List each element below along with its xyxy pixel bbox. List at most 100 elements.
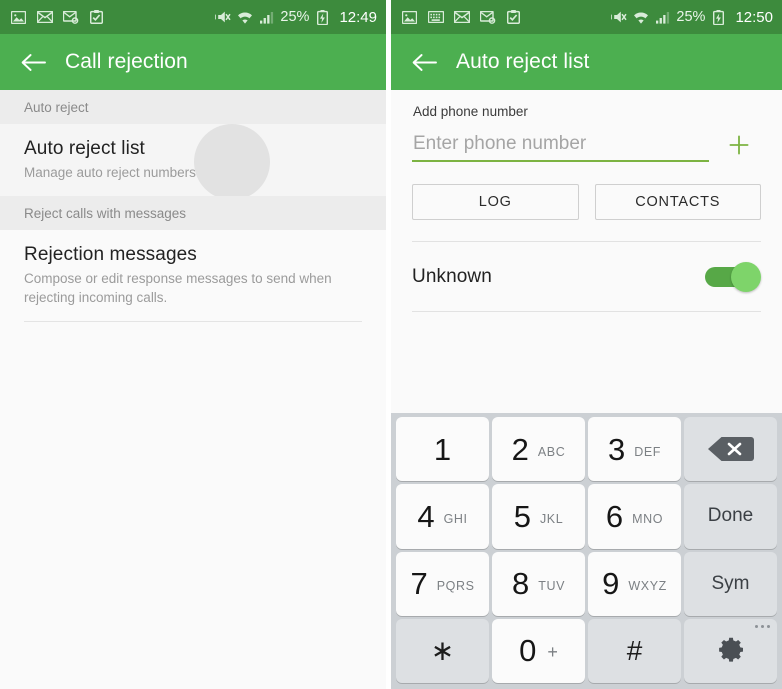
key-9[interactable]: 9 WXYZ bbox=[588, 551, 681, 616]
keypad-row: 7 PQRS 8 TUV 9 WXYZ Sym bbox=[396, 551, 777, 616]
key-digit: 3 bbox=[607, 431, 626, 467]
unknown-toggle-row[interactable]: Unknown bbox=[412, 242, 761, 311]
key-digit: ∗ bbox=[430, 634, 455, 666]
keypad-row: 1 2 ABC 3 DEF bbox=[396, 417, 777, 482]
page-title: Auto reject list bbox=[456, 50, 590, 73]
section-header-reject-with-messages: Reject calls with messages bbox=[0, 196, 386, 231]
battery-charging-icon bbox=[710, 9, 727, 25]
wifi-icon bbox=[236, 10, 253, 25]
list-item-auto-reject-list[interactable]: Auto reject list Manage auto reject numb… bbox=[0, 124, 386, 197]
envelope-sync-icon bbox=[62, 10, 79, 25]
key-letters: MNO bbox=[632, 511, 664, 526]
key-8[interactable]: 8 TUV bbox=[492, 551, 585, 616]
key-letters: + bbox=[547, 641, 558, 662]
battery-percent-label: 25% bbox=[676, 9, 706, 25]
key-3[interactable]: 3 DEF bbox=[588, 417, 681, 482]
back-arrow-icon[interactable] bbox=[411, 49, 437, 75]
add-phone-number-form: Add phone number LOG CONTACTS Unknown bbox=[391, 90, 782, 311]
clock-label: 12:49 bbox=[339, 8, 377, 26]
key-letters: ABC bbox=[537, 444, 566, 459]
key-2[interactable]: 2 ABC bbox=[492, 417, 585, 482]
right-status-notification-icons bbox=[401, 10, 522, 25]
list-divider bbox=[24, 321, 362, 323]
contacts-button[interactable]: CONTACTS bbox=[594, 184, 761, 220]
key-done[interactable]: Done bbox=[684, 484, 777, 549]
key-letters: WXYZ bbox=[628, 579, 667, 594]
envelope-icon bbox=[453, 10, 470, 25]
back-arrow-icon[interactable] bbox=[20, 49, 46, 75]
key-asterisk[interactable]: ∗ bbox=[396, 618, 489, 683]
key-digit: 4 bbox=[417, 498, 435, 534]
backspace-icon bbox=[707, 435, 755, 463]
key-hash[interactable]: # bbox=[588, 618, 681, 683]
battery-charging-icon bbox=[314, 9, 331, 25]
toggle-thumb bbox=[731, 262, 761, 292]
key-5[interactable]: 5 JKL bbox=[492, 484, 585, 549]
key-sym[interactable]: Sym bbox=[684, 551, 777, 616]
list-item-title: Auto reject list bbox=[24, 138, 145, 159]
input-underline bbox=[412, 160, 709, 162]
key-6[interactable]: 6 MNO bbox=[588, 484, 681, 549]
left-status-notification-icons bbox=[10, 10, 105, 25]
numeric-keypad: 1 2 ABC 3 DEF 4 GHI 5 JKL 6 MNO Done 7 P… bbox=[391, 413, 782, 689]
section-header-auto-reject: Auto reject bbox=[0, 90, 386, 124]
key-letters: TUV bbox=[538, 579, 566, 594]
keypad-row: 4 GHI 5 JKL 6 MNO Done bbox=[396, 484, 777, 549]
list-item-title: Rejection messages bbox=[24, 244, 197, 266]
key-settings[interactable] bbox=[684, 618, 777, 683]
key-digit: 1 bbox=[433, 431, 452, 467]
clipboard-check-icon bbox=[505, 10, 522, 25]
list-item-subtitle: Compose or edit response messages to sen… bbox=[24, 271, 332, 305]
mute-icon bbox=[214, 10, 232, 25]
battery-percent-label: 25% bbox=[280, 9, 310, 25]
key-digit: 0 bbox=[519, 633, 537, 669]
wifi-icon bbox=[632, 10, 649, 25]
key-label: Sym bbox=[711, 572, 750, 594]
source-buttons: LOG CONTACTS bbox=[412, 184, 761, 220]
mute-icon bbox=[610, 10, 628, 25]
key-digit: 7 bbox=[410, 566, 428, 602]
key-digit: # bbox=[626, 634, 643, 666]
key-4[interactable]: 4 GHI bbox=[396, 484, 489, 549]
picture-icon bbox=[10, 10, 27, 25]
key-digit: 5 bbox=[513, 498, 531, 534]
page-title: Call rejection bbox=[65, 50, 188, 73]
list-item-subtitle: Manage auto reject numbers. bbox=[24, 164, 200, 180]
key-letters: PQRS bbox=[436, 579, 475, 594]
keypad-row: ∗ 0 + # bbox=[396, 618, 777, 683]
unknown-label: Unknown bbox=[412, 266, 492, 287]
key-0[interactable]: 0 + bbox=[492, 618, 585, 683]
key-1[interactable]: 1 bbox=[396, 417, 489, 482]
left-status-system-icons: 25% 12:49 bbox=[214, 9, 377, 26]
left-status-bar: 25% 12:49 bbox=[0, 0, 386, 34]
right-status-system-icons: 25% 12:50 bbox=[610, 9, 773, 26]
phone-input-row bbox=[412, 128, 761, 162]
plus-icon[interactable] bbox=[717, 128, 761, 162]
log-button[interactable]: LOG bbox=[412, 184, 579, 220]
right-phone-screen: 25% 12:50 Auto reject list Add phone num… bbox=[391, 0, 782, 689]
key-letters: DEF bbox=[634, 444, 662, 459]
add-phone-number-label: Add phone number bbox=[413, 104, 528, 119]
list-item-rejection-messages[interactable]: Rejection messages Compose or edit respo… bbox=[0, 230, 386, 322]
left-settings-list: Auto reject Auto reject list Manage auto… bbox=[0, 90, 386, 323]
key-digit: 9 bbox=[602, 566, 620, 602]
clipboard-check-icon bbox=[88, 10, 105, 25]
signal-icon bbox=[258, 10, 275, 25]
left-phone-screen: 25% 12:49 Call rejection Auto reject Aut… bbox=[0, 0, 386, 689]
picture-icon bbox=[401, 10, 418, 25]
right-app-bar: Auto reject list bbox=[391, 34, 782, 90]
more-options-dots-icon bbox=[755, 624, 770, 628]
key-digit: 6 bbox=[605, 498, 624, 534]
envelope-icon bbox=[36, 10, 53, 25]
phone-number-input[interactable] bbox=[412, 133, 709, 160]
section-divider bbox=[412, 311, 761, 312]
clock-label: 12:50 bbox=[735, 8, 773, 26]
phone-input-wrapper bbox=[412, 133, 709, 162]
key-backspace[interactable] bbox=[684, 417, 777, 482]
key-7[interactable]: 7 PQRS bbox=[396, 551, 489, 616]
key-digit: 2 bbox=[511, 431, 529, 467]
unknown-toggle-switch[interactable] bbox=[705, 262, 761, 292]
dual-screenshot: 25% 12:49 Call rejection Auto reject Aut… bbox=[0, 0, 782, 689]
gear-icon bbox=[716, 633, 746, 668]
key-letters: JKL bbox=[539, 511, 564, 526]
